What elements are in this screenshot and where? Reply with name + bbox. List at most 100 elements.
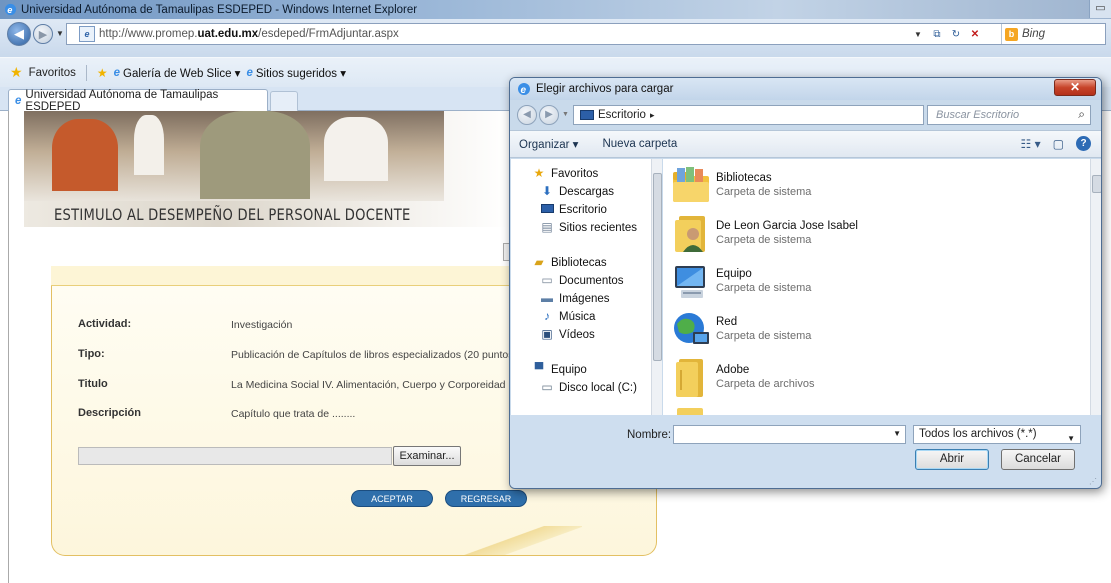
nav-favorites[interactable]: ★ Favoritos	[532, 166, 599, 180]
ie-logo-icon: e	[15, 94, 22, 107]
address-dropdown-button[interactable]: ▼	[910, 26, 926, 42]
recent-locations-dropdown[interactable]: ▼	[562, 111, 569, 118]
nav-downloads[interactable]: ⬇ Descargas	[540, 185, 614, 198]
file-type-select[interactable]: Todos los archivos (*.*) ▼	[913, 425, 1081, 444]
favorites-button[interactable]: Favoritos	[29, 67, 76, 79]
file-name: Adobe	[716, 364, 750, 376]
open-button[interactable]: Abrir	[915, 449, 989, 470]
person-figure	[52, 119, 118, 191]
dialog-search-input[interactable]: Buscar Escritorio ⌕	[927, 105, 1091, 125]
nav-videos[interactable]: ▣ Vídeos	[540, 327, 594, 341]
nav-music[interactable]: ♪ Música	[540, 310, 595, 323]
close-icon: ✕	[1069, 80, 1081, 94]
page-icon: e	[79, 26, 95, 42]
ie-page-icon: e	[113, 66, 121, 79]
star-icon: ★	[533, 166, 545, 180]
description-value: Capítulo que trata de ........	[231, 408, 356, 420]
breadcrumb-chevron-icon[interactable]: ▸	[650, 110, 655, 121]
file-item-computer[interactable]: Equipo Carpeta de sistema	[671, 258, 1071, 304]
description-label: Descripción	[78, 407, 141, 419]
decorative-swoosh	[462, 526, 582, 555]
nav-images[interactable]: ▬ Imágenes	[540, 292, 610, 305]
ie-logo-icon: e	[4, 3, 17, 15]
nav-computer[interactable]: ▀ Equipo	[532, 363, 587, 376]
filename-input[interactable]: ▼	[673, 425, 906, 444]
resize-grip-icon[interactable]: ⋰	[1089, 477, 1097, 486]
address-bar[interactable]: e http://www.promep.uat.edu.mx/esdeped/F…	[66, 23, 1106, 45]
new-folder-button[interactable]: Nueva carpeta	[602, 138, 677, 150]
file-item-partial[interactable]	[671, 402, 1071, 415]
navigation-scrollbar[interactable]	[651, 159, 662, 415]
navigation-pane: ★ Favoritos ⬇ Descargas Escritorio ▤ Sitios…	[511, 159, 651, 415]
type-value: Publicación de Capítulos de libros espec…	[231, 349, 555, 361]
dialog-title-bar[interactable]: e Elegir archivos para cargar ✕	[510, 78, 1101, 100]
scrollbar-thumb[interactable]	[1092, 175, 1101, 193]
compatibility-view-button[interactable]: ⧉	[929, 26, 945, 42]
file-list: Bibliotecas Carpeta de sistema De Leon G…	[663, 159, 1090, 415]
images-icon: ▬	[541, 291, 553, 305]
dialog-forward-button[interactable]: ▶	[539, 105, 559, 125]
form-header-strip	[51, 266, 521, 286]
file-item-adobe[interactable]: Adobe Carpeta de archivos	[671, 354, 1071, 400]
location-breadcrumb[interactable]: Escritorio ▸ ▼ ↻	[573, 105, 970, 125]
nav-libraries[interactable]: ▰ Bibliotecas	[532, 255, 606, 269]
banner-title: ESTIMULO AL DESEMPEÑO DEL PERSONAL DOCEN…	[54, 205, 411, 224]
tab-esdeped[interactable]: e Universidad Autónoma de Tamaulipas ESD…	[8, 88, 268, 113]
search-box[interactable]: b Bing	[1001, 24, 1106, 44]
forward-button[interactable]: ▶	[33, 24, 53, 44]
suggested-sites-link[interactable]: e Sitios sugeridos ▾	[246, 66, 346, 80]
browser-title-bar: e Universidad Autónoma de Tamaulipas ESD…	[0, 0, 1111, 19]
divider	[85, 64, 87, 81]
user-folder-icon	[675, 216, 705, 252]
web-slice-gallery-link[interactable]: e Galería de Web Slice ▾	[114, 66, 241, 80]
recent-pages-dropdown[interactable]: ▼	[56, 29, 64, 38]
nav-documents[interactable]: ▭ Documentos	[540, 273, 623, 287]
file-item-network[interactable]: Red Carpeta de sistema	[671, 306, 1071, 352]
breadcrumb-desktop[interactable]: Escritorio	[598, 109, 646, 121]
nav-recent-places[interactable]: ▤ Sitios recientes	[540, 221, 637, 234]
dialog-back-button[interactable]: ◀	[517, 105, 537, 125]
title-value: La Medicina Social IV. Alimentación, Cue…	[231, 379, 506, 391]
dialog-close-button[interactable]: ✕	[1054, 79, 1096, 96]
organize-menu[interactable]: Organizar ▾	[519, 137, 578, 151]
arrow-left-icon: ◀	[523, 109, 531, 120]
browse-button[interactable]: Examinar...	[393, 446, 461, 466]
window-control-button[interactable]: ▭	[1089, 0, 1111, 18]
document-icon: ▭	[541, 273, 553, 287]
video-icon: ▣	[541, 327, 553, 341]
nav-desktop[interactable]: Escritorio	[540, 203, 607, 216]
window-title: Universidad Autónoma de Tamaulipas ESDEP…	[21, 3, 418, 16]
chevron-down-icon[interactable]: ▼	[1067, 430, 1075, 447]
chevron-down-icon[interactable]: ▼	[893, 429, 901, 438]
help-icon[interactable]: ?	[1076, 136, 1091, 151]
file-path-input[interactable]	[78, 447, 392, 465]
accept-button[interactable]: ACEPTAR	[351, 490, 433, 507]
back-button[interactable]: ◀	[7, 22, 31, 46]
scrollbar-thumb[interactable]	[653, 173, 662, 361]
dialog-toolbar: Organizar ▾ Nueva carpeta ☷ ▾ ▢ ?	[510, 130, 1101, 158]
network-icon	[674, 313, 709, 344]
new-tab-button[interactable]	[270, 91, 298, 111]
svg-text:e: e	[521, 85, 527, 96]
refresh-button[interactable]: ↻	[948, 26, 964, 42]
activity-value: Investigación	[231, 319, 293, 331]
nav-local-disk[interactable]: ▭ Disco local (C:)	[540, 381, 637, 394]
cancel-button[interactable]: Cancelar	[1001, 449, 1075, 470]
back-button[interactable]: REGRESAR	[445, 490, 527, 507]
preview-pane-icon[interactable]: ▢	[1053, 137, 1064, 151]
url-text: http://www.promep.uat.edu.mx/esdeped/Frm…	[99, 28, 399, 40]
file-upload-dialog: e Elegir archivos para cargar ✕ ◀ ▶ ▼ Es…	[509, 77, 1102, 489]
dialog-title: Elegir archivos para cargar	[536, 83, 674, 95]
libraries-icon: ▰	[534, 255, 544, 269]
file-type: Carpeta de archivos	[716, 378, 815, 390]
add-favorites-icon[interactable]: ★	[97, 66, 108, 80]
file-list-scrollbar[interactable]	[1090, 159, 1101, 415]
search-icon[interactable]: ⌕	[1078, 107, 1085, 122]
arrow-right-icon: ▶	[545, 109, 553, 120]
recent-places-icon: ▤	[541, 220, 553, 234]
file-item-libraries[interactable]: Bibliotecas Carpeta de sistema	[671, 162, 1071, 208]
tab-title: Universidad Autónoma de Tamaulipas ESDEP…	[25, 88, 219, 113]
view-options-icon[interactable]: ☷ ▾	[1021, 137, 1041, 151]
file-item-user-folder[interactable]: De Leon Garcia Jose Isabel Carpeta de si…	[671, 210, 1071, 256]
stop-button[interactable]: ✕	[967, 26, 983, 42]
